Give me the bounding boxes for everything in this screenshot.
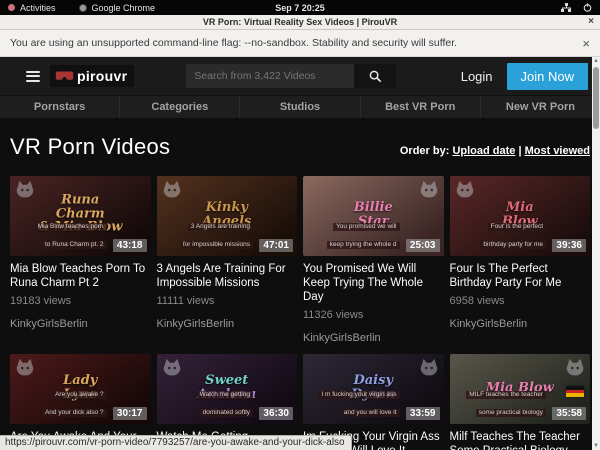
kinkygirlsberlin-watermark-icon — [564, 357, 586, 379]
video-views: 6958 views — [450, 295, 591, 307]
window-title: VR Porn: Virtual Reality Sex Videos | Pi… — [203, 17, 397, 27]
vr-headset-icon — [55, 71, 74, 82]
infobar-close-icon[interactable]: × — [582, 36, 590, 51]
page-title: VR Porn Videos — [10, 134, 170, 160]
scrollbar-up-icon[interactable]: ▲ — [593, 57, 599, 65]
order-upload-date-link[interactable]: Upload date — [452, 145, 515, 157]
video-thumbnail[interactable]: Mia Blow MILF teaches the teachersome pr… — [450, 354, 591, 424]
chrome-app-icon — [79, 4, 87, 12]
page-scrollbar[interactable]: ▲ ▼ — [592, 57, 600, 450]
browser-viewport: pirouvr Login Join Now PornstarsCategori… — [0, 57, 600, 450]
video-duration-badge: 36:30 — [259, 407, 293, 420]
kinkygirlsberlin-watermark-icon — [161, 357, 183, 379]
login-link[interactable]: Login — [461, 69, 493, 84]
video-views: 19183 views — [10, 295, 151, 307]
video-title[interactable]: 3 Angels Are Training For Impossible Mis… — [157, 262, 298, 290]
video-card[interactable]: RunaCharm& Mia Blow Mia Blow teaches por… — [10, 176, 151, 344]
status-bar-url: https://pirouvr.com/vr-porn-video/779325… — [0, 435, 352, 450]
video-studio-link[interactable]: KinkyGirlsBerlin — [450, 318, 591, 330]
video-thumbnail[interactable]: BillieStar You promised we willkeep tryi… — [303, 176, 444, 256]
activities-indicator-icon — [8, 4, 15, 11]
video-title[interactable]: Milf Teaches The Teacher Some Practical … — [450, 430, 591, 450]
video-title[interactable]: You Promised We Will Keep Trying The Who… — [303, 262, 444, 304]
order-by-label: Order by: — [400, 145, 450, 157]
kinkygirlsberlin-watermark-icon — [418, 179, 440, 201]
thumbnail-caption: 3 Angels are trainingfor impossible miss… — [157, 215, 254, 251]
search-icon — [369, 70, 382, 83]
site-logo-text: pirouvr — [77, 68, 127, 84]
thumbnail-caption: I m fucking your virgin assand you will … — [303, 383, 400, 419]
thumbnail-caption: You promised we willkeep trying the whol… — [303, 215, 400, 251]
video-card[interactable]: MiaBlow Four is the perfectbirthday part… — [450, 176, 591, 344]
nav-item-pornstars[interactable]: Pornstars — [0, 96, 119, 118]
video-studio-link[interactable]: KinkyGirlsBerlin — [303, 332, 444, 344]
window-titlebar[interactable]: VR Porn: Virtual Reality Sex Videos | Pi… — [0, 15, 600, 30]
video-card[interactable]: KinkyAngels 3 Angels are trainingfor imp… — [157, 176, 298, 344]
video-duration-badge: 47:01 — [259, 239, 293, 252]
scrollbar-down-icon[interactable]: ▼ — [593, 442, 599, 450]
system-top-bar: Activities Google Chrome Sep 7 20:25 — [0, 0, 600, 15]
kinkygirlsberlin-watermark-icon — [14, 357, 36, 379]
thumbnail-caption: MILF teaches the teachersome practical b… — [450, 383, 547, 419]
video-duration-badge: 33:59 — [406, 407, 440, 420]
video-duration-badge: 43:18 — [113, 239, 147, 252]
video-thumbnail[interactable]: MiaBlow Four is the perfectbirthday part… — [450, 176, 591, 256]
infobar-message: You are using an unsupported command-lin… — [10, 37, 457, 49]
network-tree-icon[interactable] — [561, 3, 571, 12]
kinkygirlsberlin-watermark-icon — [454, 179, 476, 201]
search-input[interactable] — [186, 64, 354, 88]
activities-button[interactable]: Activities — [20, 3, 56, 13]
app-menu-button[interactable]: Google Chrome — [92, 3, 156, 13]
video-grid: RunaCharm& Mia Blow Mia Blow teaches por… — [10, 176, 590, 450]
page-content: VR Porn Videos Order by: Upload date | M… — [0, 134, 600, 450]
clock[interactable]: Sep 7 20:25 — [275, 3, 325, 13]
scrollbar-thumb[interactable] — [593, 67, 599, 129]
kinkygirlsberlin-watermark-icon — [161, 179, 183, 201]
video-duration-badge: 39:36 — [552, 239, 586, 252]
nav-item-new-vr-porn[interactable]: New VR Porn — [480, 96, 600, 118]
kinkygirlsberlin-watermark-icon — [14, 179, 36, 201]
chrome-infobar: You are using an unsupported command-lin… — [0, 30, 600, 57]
video-thumbnail[interactable]: LadyLyne Are you awake ?And your dick al… — [10, 354, 151, 424]
video-views: 11326 views — [303, 309, 444, 321]
video-views: 11111 views — [157, 295, 298, 307]
join-now-button[interactable]: Join Now — [507, 63, 588, 90]
video-thumbnail[interactable]: KinkyAngels 3 Angels are trainingfor imp… — [157, 176, 298, 256]
thumbnail-caption: Four is the perfectbirthday party for me — [450, 215, 547, 251]
order-separator: | — [515, 145, 524, 157]
thumbnail-caption: Watch me gettingdominated softly — [157, 383, 254, 419]
thumbnail-caption: Mia Blow teaches pornto Runa Charm pt. 2 — [10, 215, 107, 251]
video-thumbnail[interactable]: RunaCharm& Mia Blow Mia Blow teaches por… — [10, 176, 151, 256]
kinkygirlsberlin-watermark-icon — [418, 357, 440, 379]
site-logo[interactable]: pirouvr — [50, 65, 134, 87]
video-thumbnail[interactable]: DaisyDyson I m fucking your virgin assan… — [303, 354, 444, 424]
order-most-viewed-link[interactable]: Most viewed — [525, 145, 590, 157]
video-card[interactable]: BillieStar You promised we willkeep tryi… — [303, 176, 444, 344]
video-duration-badge: 35:58 — [552, 407, 586, 420]
nav-item-studios[interactable]: Studios — [239, 96, 359, 118]
power-icon[interactable] — [583, 3, 592, 12]
video-card[interactable]: Mia Blow MILF teaches the teachersome pr… — [450, 354, 591, 450]
search-bar — [186, 64, 396, 88]
video-title[interactable]: Four Is The Perfect Birthday Party For M… — [450, 262, 591, 290]
video-duration-badge: 30:17 — [113, 407, 147, 420]
search-button[interactable] — [354, 64, 396, 88]
order-by-controls: Order by: Upload date | Most viewed — [400, 145, 590, 157]
german-flag-icon — [566, 386, 584, 397]
screen: Activities Google Chrome Sep 7 20:25 VR … — [0, 0, 600, 450]
video-title[interactable]: Mia Blow Teaches Porn To Runa Charm Pt 2 — [10, 262, 151, 290]
menu-hamburger-icon[interactable] — [26, 71, 40, 82]
video-thumbnail[interactable]: SweetAnalena Watch me gettingdominated s… — [157, 354, 298, 424]
video-studio-link[interactable]: KinkyGirlsBerlin — [157, 318, 298, 330]
window-close-icon[interactable]: × — [588, 15, 594, 29]
thumbnail-caption: Are you awake ?And your dick also ? — [10, 383, 107, 419]
site-header: pirouvr Login Join Now — [0, 57, 600, 95]
main-nav: PornstarsCategoriesStudiosBest VR PornNe… — [0, 95, 600, 118]
video-duration-badge: 25:03 — [406, 239, 440, 252]
video-studio-link[interactable]: KinkyGirlsBerlin — [10, 318, 151, 330]
nav-item-categories[interactable]: Categories — [119, 96, 239, 118]
nav-item-best-vr-porn[interactable]: Best VR Porn — [360, 96, 480, 118]
